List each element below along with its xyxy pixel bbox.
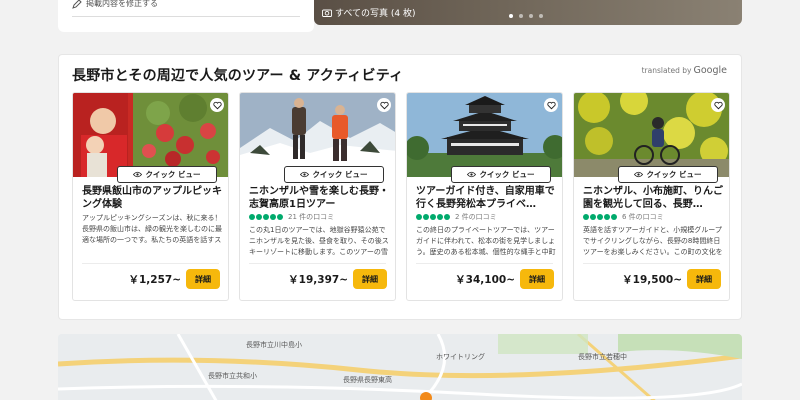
- pencil-icon: [72, 0, 82, 9]
- rating-bubble: [611, 214, 617, 220]
- tour-card[interactable]: クイック ビュー ニホンザル、小布施町、りんご園を観光して回る、長野… 6 件の…: [573, 92, 730, 301]
- tours-section: 長野市とその周辺で人気のツアー & アクティビティ translated by …: [58, 54, 742, 320]
- quick-view-label: クイック ビュー: [479, 170, 535, 179]
- rating-bubble: [437, 214, 443, 220]
- rating-bubble: [249, 214, 255, 220]
- rating-bubbles: 2 件の口コミ: [416, 212, 497, 222]
- details-button[interactable]: 詳細: [353, 269, 387, 289]
- quick-view-button[interactable]: クイック ビュー: [451, 166, 551, 183]
- quick-view-button[interactable]: クイック ビュー: [117, 166, 217, 183]
- heart-icon: [713, 101, 723, 109]
- carousel-dot[interactable]: [519, 14, 523, 18]
- eye-icon: [467, 171, 477, 178]
- review-count[interactable]: 21 件の口コミ: [288, 212, 334, 222]
- heart-icon: [212, 101, 222, 109]
- quick-view-label: クイック ビュー: [646, 170, 702, 179]
- rating-bubble: [423, 214, 429, 220]
- tour-price: ￥1,257~: [128, 274, 181, 286]
- divider: [82, 263, 219, 264]
- review-count[interactable]: 6 件の口コミ: [622, 212, 664, 222]
- tour-title[interactable]: ニホンザルや雪を楽しむ長野・志賀高原1日ツアー: [249, 185, 391, 211]
- divider: [583, 263, 720, 264]
- eye-icon: [634, 171, 644, 178]
- divider: [249, 263, 386, 264]
- camera-icon: [322, 9, 332, 17]
- details-button[interactable]: 詳細: [186, 269, 220, 289]
- eye-icon: [300, 171, 310, 178]
- rating-bubble: [270, 214, 276, 220]
- save-heart-button[interactable]: [210, 98, 224, 112]
- eye-icon: [133, 171, 143, 178]
- carousel-dot[interactable]: [529, 14, 533, 18]
- tour-image[interactable]: [574, 93, 729, 177]
- google-logo: Google: [693, 65, 727, 76]
- tour-price: ￥19,397~: [288, 274, 348, 286]
- rating-bubble: [444, 214, 450, 220]
- rating-bubbles: 21 件の口コミ: [249, 212, 334, 222]
- tour-card[interactable]: クイック ビュー ツアーガイド付き、自家用車で行く長野発松本プライベ… 2 件の…: [406, 92, 563, 301]
- all-photos-label: すべての写真 (4 枚): [335, 9, 416, 19]
- tour-title[interactable]: ニホンザル、小布施町、りんご園を観光して回る、長野…: [583, 185, 725, 211]
- divider: [416, 263, 553, 264]
- report-edit-link[interactable]: 掲載内容を修正する: [72, 0, 158, 9]
- tour-image[interactable]: [73, 93, 228, 177]
- tour-price: ￥34,100~: [455, 274, 515, 286]
- rating-bubble: [604, 214, 610, 220]
- tour-description: アップルピッキングシーズンは、秋に来る！長野県の飯山市は、緑の観光を楽しむのに最…: [82, 214, 222, 244]
- info-card: 掲載内容を修正する: [58, 0, 314, 32]
- rating-bubble: [430, 214, 436, 220]
- quick-view-button[interactable]: クイック ビュー: [284, 166, 384, 183]
- rating-bubble: [597, 214, 603, 220]
- tour-description: この丸1日のツアーでは、地獄谷野猿公苑でニホンザルを見た後、昼食を取り、その後ス…: [249, 226, 389, 256]
- tour-price: ￥19,500~: [622, 274, 682, 286]
- divider: [72, 16, 300, 17]
- all-photos-link[interactable]: すべての写真 (4 枚): [322, 6, 415, 19]
- map-label: 長野県長野東高: [343, 376, 392, 384]
- review-count[interactable]: 2 件の口コミ: [455, 212, 497, 222]
- heart-icon: [379, 101, 389, 109]
- carousel-dots[interactable]: [509, 14, 543, 18]
- tour-card[interactable]: クイック ビュー ニホンザルや雪を楽しむ長野・志賀高原1日ツアー 21 件の口コ…: [239, 92, 396, 301]
- report-edit-label: 掲載内容を修正する: [86, 0, 158, 8]
- carousel-dot[interactable]: [509, 14, 513, 18]
- photo-gallery[interactable]: すべての写真 (4 枚): [314, 0, 742, 25]
- save-heart-button[interactable]: [544, 98, 558, 112]
- tour-description: この終日のプライベートツアーでは、ツアーガイドに伴われて、松本の街を見学しましょ…: [416, 226, 556, 256]
- translated-by-label: translated by: [641, 66, 692, 75]
- save-heart-button[interactable]: [711, 98, 725, 112]
- map-label: 長野市立川中島小: [246, 341, 302, 349]
- tour-title[interactable]: ツアーガイド付き、自家用車で行く長野発松本プライベ…: [416, 185, 558, 211]
- details-button[interactable]: 詳細: [520, 269, 554, 289]
- tour-image[interactable]: [407, 93, 562, 177]
- translation-credit: translated by Google: [642, 65, 727, 76]
- area-map[interactable]: 長野市立川中島小 ホワイトリング 長野市立若穂中 長野市立共和小 長野県長野東高: [58, 334, 742, 400]
- quick-view-label: クイック ビュー: [145, 170, 201, 179]
- carousel-dot[interactable]: [539, 14, 543, 18]
- rating-bubble: [583, 214, 589, 220]
- map-label: 長野市立若穂中: [578, 353, 627, 361]
- tour-title[interactable]: 長野県飯山市のアップルピッキング体験: [82, 185, 224, 211]
- quick-view-label: クイック ビュー: [312, 170, 368, 179]
- section-title: 長野市とその周辺で人気のツアー & アクティビティ: [72, 68, 404, 84]
- rating-bubbles: 6 件の口コミ: [583, 212, 664, 222]
- rating-bubble: [277, 214, 283, 220]
- map-label: 長野市立共和小: [208, 372, 257, 380]
- quick-view-button[interactable]: クイック ビュー: [618, 166, 718, 183]
- rating-bubble: [590, 214, 596, 220]
- tour-description: 英語を話すツアーガイドと、小規模グループでサイクリングしながら、長野の8時間終日…: [583, 226, 723, 256]
- tour-card[interactable]: クイック ビュー 長野県飯山市のアップルピッキング体験 アップルピッキングシーズ…: [72, 92, 229, 301]
- tour-image[interactable]: [240, 93, 395, 177]
- heart-icon: [546, 101, 556, 109]
- rating-bubble: [256, 214, 262, 220]
- rating-bubble: [263, 214, 269, 220]
- details-button[interactable]: 詳細: [687, 269, 721, 289]
- save-heart-button[interactable]: [377, 98, 391, 112]
- map-label: ホワイトリング: [436, 353, 485, 361]
- rating-bubble: [416, 214, 422, 220]
